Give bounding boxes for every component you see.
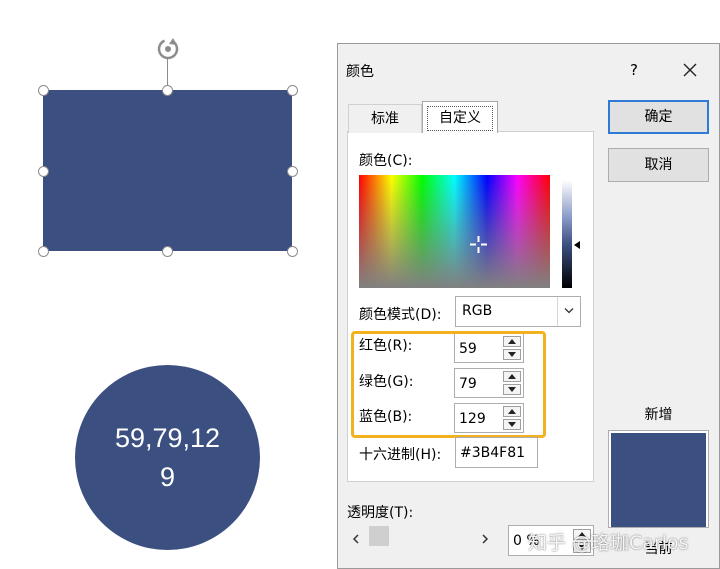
resize-handle-bottom[interactable] [161, 245, 173, 257]
transparency-label: 透明度(T): [347, 505, 414, 521]
colors-label: 颜色(C): [359, 153, 413, 169]
circle-rgb-label: 59,79,129 [114, 422, 221, 492]
ok-button[interactable]: 确定 [608, 100, 709, 134]
close-icon[interactable] [678, 58, 702, 82]
rotate-icon[interactable] [154, 35, 182, 63]
selected-rectangle-shape[interactable] [43, 90, 292, 251]
help-button[interactable]: ? [622, 58, 646, 82]
color-preview [608, 430, 709, 528]
resize-handle-top[interactable] [161, 84, 173, 96]
color-model-label: 颜色模式(D): [359, 307, 442, 323]
chevron-right-icon[interactable] [479, 530, 491, 544]
resize-handle-left[interactable] [37, 165, 49, 177]
resize-handle-bottom-right[interactable] [286, 245, 298, 257]
chevron-down-icon[interactable] [557, 297, 580, 326]
tab-custom[interactable]: 自定义 [422, 101, 498, 133]
tab-custom-label: 自定义 [427, 106, 493, 131]
color-model-value: RGB [462, 303, 493, 319]
color-dialog: 颜色 ? 标准 自定义 颜色(C): 颜色模式(D): RGB 红色(R): 5… [337, 43, 720, 569]
resize-handle-right[interactable] [286, 165, 298, 177]
color-model-select[interactable]: RGB [455, 296, 581, 327]
color-spectrum-picker[interactable] [359, 175, 550, 288]
crosshair-icon[interactable] [470, 236, 487, 253]
transparency-slider-thumb[interactable] [369, 526, 389, 546]
luminance-pointer-icon[interactable] [574, 241, 580, 249]
chevron-left-icon[interactable] [350, 530, 362, 544]
resize-handle-top-left[interactable] [37, 84, 49, 96]
tab-standard[interactable]: 标准 [348, 104, 422, 133]
hex-input[interactable]: #3B4F81 [455, 437, 538, 468]
resize-handle-bottom-left[interactable] [37, 245, 49, 257]
new-color-swatch [611, 433, 706, 527]
rgb-highlight-annotation [351, 331, 546, 438]
hex-label: 十六进制(H): [359, 447, 442, 463]
dialog-title: 颜色 [346, 64, 374, 80]
cancel-button[interactable]: 取消 [608, 148, 709, 182]
circle-shape[interactable]: 59,79,129 [75, 365, 260, 550]
watermark: 知乎 @珞珈Carlos [528, 532, 689, 554]
luminance-slider[interactable] [562, 180, 572, 288]
new-color-label: 新增 [644, 407, 673, 423]
resize-handle-top-right[interactable] [286, 84, 298, 96]
hex-value: #3B4F81 [460, 445, 526, 461]
